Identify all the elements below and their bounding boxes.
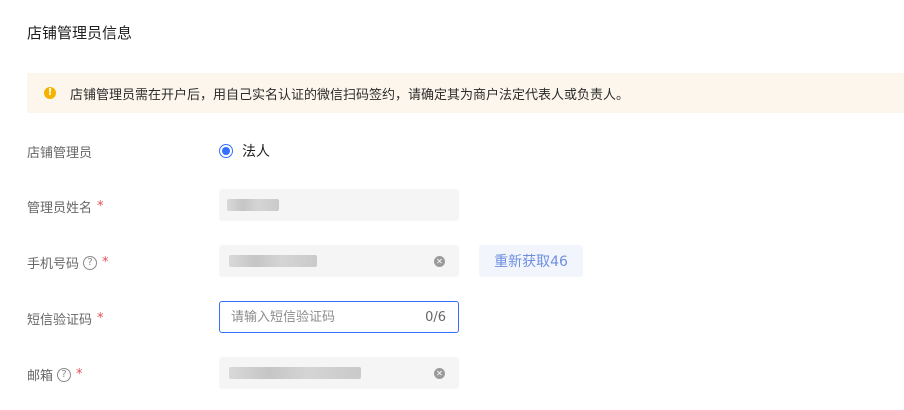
name-label: 管理员姓名 * (27, 197, 104, 216)
name-label-text: 管理员姓名 (27, 201, 93, 216)
radio-label: 法人 (242, 144, 270, 160)
help-icon[interactable]: ? (83, 255, 98, 270)
admin-label-text: 店铺管理员 (27, 146, 93, 161)
email-field[interactable]: ✕ (219, 357, 459, 389)
redacted-value (229, 367, 361, 379)
sms-label: 短信验证码 * (27, 309, 104, 328)
alert-text: 店铺管理员需在开户后，用自己实名认证的微信扫码签约，请确定其为商户法定代表人或负… (70, 87, 630, 103)
clear-icon[interactable]: ✕ (434, 368, 445, 379)
sms-code-box[interactable]: 0/6 (219, 301, 459, 333)
required-mark: * (102, 255, 109, 270)
sms-label-text: 短信验证码 (27, 313, 93, 328)
section-title: 店铺管理员信息 (27, 24, 133, 42)
email-label-text: 邮箱 (27, 369, 54, 384)
required-mark: * (97, 199, 104, 214)
phone-label: 手机号码 ? * (27, 253, 109, 272)
sms-code-input[interactable] (231, 309, 401, 325)
admin-label: 店铺管理员 (27, 142, 92, 161)
notice-alert: ! 店铺管理员需在开户后，用自己实名认证的微信扫码签约，请确定其为商户法定代表人… (27, 73, 904, 113)
admin-name-field[interactable] (219, 189, 459, 221)
redacted-value (229, 255, 317, 267)
char-counter: 0/6 (425, 310, 446, 325)
required-mark: * (76, 367, 83, 382)
phone-field[interactable]: ✕ (219, 245, 459, 277)
warning-icon: ! (44, 87, 56, 99)
resend-code-button[interactable]: 重新获取46 (479, 245, 583, 277)
required-mark: * (97, 311, 104, 326)
legal-person-radio[interactable]: 法人 (219, 141, 270, 161)
redacted-value (227, 199, 279, 211)
clear-icon[interactable]: ✕ (434, 256, 445, 267)
phone-label-text: 手机号码 (27, 257, 80, 272)
help-icon[interactable]: ? (57, 367, 72, 382)
radio-checked-icon[interactable] (219, 144, 233, 158)
email-label: 邮箱 ? * (27, 365, 83, 384)
